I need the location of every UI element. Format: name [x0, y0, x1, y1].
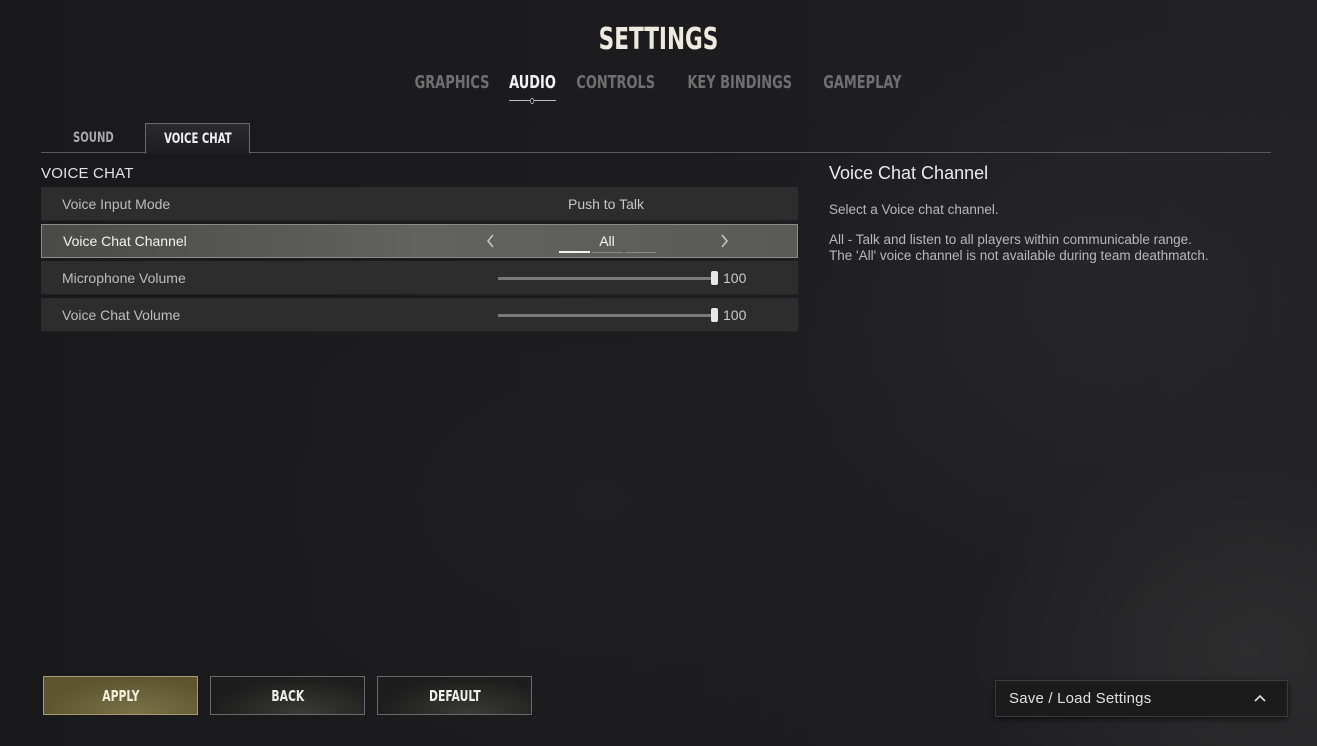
voice-chat-volume-value: 100 [723, 307, 747, 323]
subtab-voice-chat[interactable]: VOICE CHAT [145, 123, 250, 154]
description-text: Select a Voice chat channel. [829, 202, 999, 217]
chevron-up-icon [1254, 694, 1266, 702]
settings-list: Voice Input Mode Push to Talk Voice Chat… [41, 187, 798, 335]
tab-gameplay[interactable]: GAMEPLAY [823, 70, 901, 95]
apply-button[interactable]: APPLY [43, 676, 198, 715]
description-detail-2: The 'All' voice channel is not available… [829, 248, 1209, 263]
tab-key-bindings[interactable]: KEY BINDINGS [687, 70, 792, 95]
description-panel: Voice Chat Channel Select a Voice chat c… [829, 163, 1269, 264]
settings-screen: SETTINGS GRAPHICS AUDIO CONTROLS KEY BIN… [0, 0, 1317, 746]
slider-fill [498, 277, 715, 280]
setting-label: Microphone Volume [62, 269, 186, 286]
channel-option-indicator [559, 251, 656, 253]
slider-thumb[interactable] [711, 271, 718, 285]
setting-row-microphone-volume[interactable]: Microphone Volume 100 [41, 261, 798, 295]
chevron-left-icon[interactable] [485, 233, 495, 253]
description-detail-1: All - Talk and listen to all players wit… [829, 232, 1192, 247]
back-button-label: BACK [271, 686, 304, 705]
setting-row-voice-chat-channel[interactable]: Voice Chat Channel All [41, 224, 798, 258]
channel-option-segment [625, 252, 656, 253]
page-title: SETTINGS [598, 22, 719, 57]
tab-controls[interactable]: CONTROLS [576, 70, 655, 95]
setting-label: Voice Chat Channel [63, 233, 187, 249]
voice-chat-channel-value: All [599, 233, 615, 249]
channel-option-segment [559, 251, 590, 253]
setting-row-voice-input-mode[interactable]: Voice Input Mode Push to Talk [41, 187, 798, 221]
microphone-volume-slider[interactable] [498, 271, 718, 285]
tab-audio[interactable]: AUDIO [509, 70, 557, 104]
chevron-right-icon[interactable] [720, 233, 730, 253]
default-button-label: DEFAULT [428, 686, 481, 705]
microphone-volume-value: 100 [723, 270, 747, 286]
voice-chat-volume-slider[interactable] [498, 308, 718, 322]
channel-option-segment [592, 252, 623, 253]
subtab-voice-chat-label: VOICE CHAT [163, 130, 232, 147]
main-tabs: GRAPHICS AUDIO CONTROLS KEY BINDINGS GAM… [0, 70, 1317, 104]
voice-input-mode-value[interactable]: Push to Talk [531, 196, 681, 212]
slider-thumb[interactable] [711, 308, 718, 322]
setting-label: Voice Chat Volume [62, 306, 181, 323]
slider-fill [498, 314, 715, 317]
back-button[interactable]: BACK [210, 676, 365, 715]
save-load-settings-dropdown[interactable]: Save / Load Settings [995, 680, 1288, 717]
tab-graphics[interactable]: GRAPHICS [415, 70, 490, 95]
tab-audio-label: AUDIO [509, 72, 557, 93]
section-heading: VOICE CHAT [41, 165, 134, 182]
active-tab-indicator [509, 98, 557, 104]
subtab-sound[interactable]: SOUND [41, 123, 145, 153]
save-load-label: Save / Load Settings [1009, 690, 1152, 707]
apply-button-label: APPLY [101, 686, 140, 705]
subtab-sound-label: SOUND [72, 130, 114, 146]
default-button[interactable]: DEFAULT [377, 676, 532, 715]
setting-label: Voice Input Mode [62, 195, 171, 212]
setting-row-voice-chat-volume[interactable]: Voice Chat Volume 100 [41, 298, 798, 332]
description-title: Voice Chat Channel [829, 163, 989, 183]
